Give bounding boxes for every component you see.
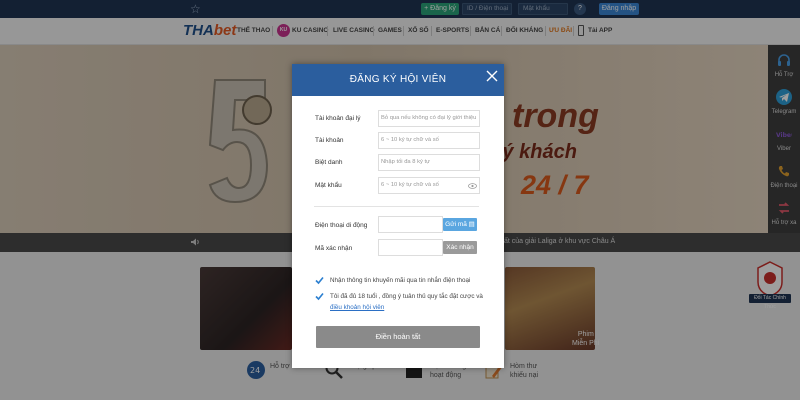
verification-code-input[interactable]	[378, 239, 443, 256]
terms-consent-label: Tôi đã đủ 18 tuổi , đồng ý tuân thủ quy …	[330, 291, 490, 313]
terms-checkbox-icon[interactable]	[315, 292, 324, 301]
mobile-phone-input[interactable]	[378, 216, 443, 233]
promo-sms-consent-label: Nhận thông tin khuyến mãi qua tin nhắn đ…	[330, 277, 471, 284]
member-terms-link[interactable]: điều khoản hội viên	[330, 304, 384, 311]
nickname-input[interactable]: Nhập tối đa 8 ký tự	[378, 154, 480, 171]
verification-code-label: Mã xác nhận	[315, 245, 353, 252]
modal-header: ĐĂNG KÝ HỘI VIÊN	[292, 64, 504, 96]
send-code-button[interactable]: Gửi mã ▤	[443, 218, 477, 231]
send-code-label: Gửi mã	[445, 221, 467, 228]
nickname-label: Biệt danh	[315, 159, 343, 166]
promo-sms-checkbox-icon[interactable]	[315, 276, 324, 285]
agent-account-input[interactable]: Bỏ qua nếu không có đại lý giới thiệu	[378, 110, 480, 127]
terms-consent-text: Tôi đã đủ 18 tuổi , đồng ý tuân thủ quy …	[330, 293, 483, 300]
account-label: Tài khoản	[315, 137, 344, 144]
form-divider	[314, 206, 479, 207]
agent-account-label: Tài khoản đại lý	[315, 115, 361, 122]
submit-button[interactable]: Điền hoàn tất	[316, 326, 480, 348]
account-input[interactable]: 6 ~ 10 ký tự chữ và số	[378, 132, 480, 149]
modal-title: ĐĂNG KÝ HỘI VIÊN	[349, 74, 447, 85]
verify-button[interactable]: Xác nhận	[443, 241, 477, 254]
register-modal: ĐĂNG KÝ HỘI VIÊN Tài khoản đại lý Bỏ qua…	[292, 64, 504, 368]
eye-icon[interactable]	[468, 183, 477, 189]
password-label: Mật khẩu	[315, 182, 342, 189]
mobile-phone-label: Điện thoại di động	[315, 222, 368, 229]
password-input[interactable]: 6 ~ 10 ký tự chữ và số	[378, 177, 480, 194]
close-icon[interactable]	[485, 69, 499, 83]
